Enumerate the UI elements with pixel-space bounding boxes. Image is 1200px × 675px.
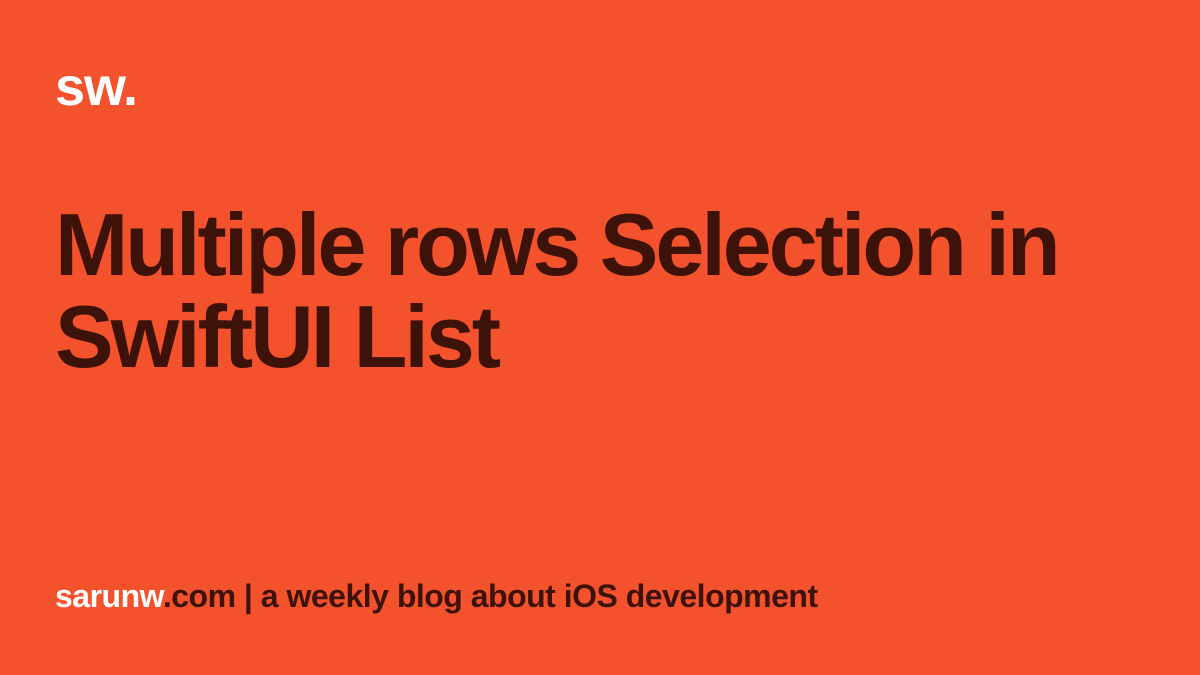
page-title: Multiple rows Selection in SwiftUI List <box>55 199 1145 384</box>
footer-tagline: sarunw.com | a weekly blog about iOS dev… <box>55 578 818 615</box>
banner-container: sw. Multiple rows Selection in SwiftUI L… <box>0 0 1200 675</box>
site-logo: sw. <box>55 60 1145 114</box>
footer-description: .com | a weekly blog about iOS developme… <box>163 578 818 614</box>
footer-domain: sarunw <box>55 578 163 614</box>
